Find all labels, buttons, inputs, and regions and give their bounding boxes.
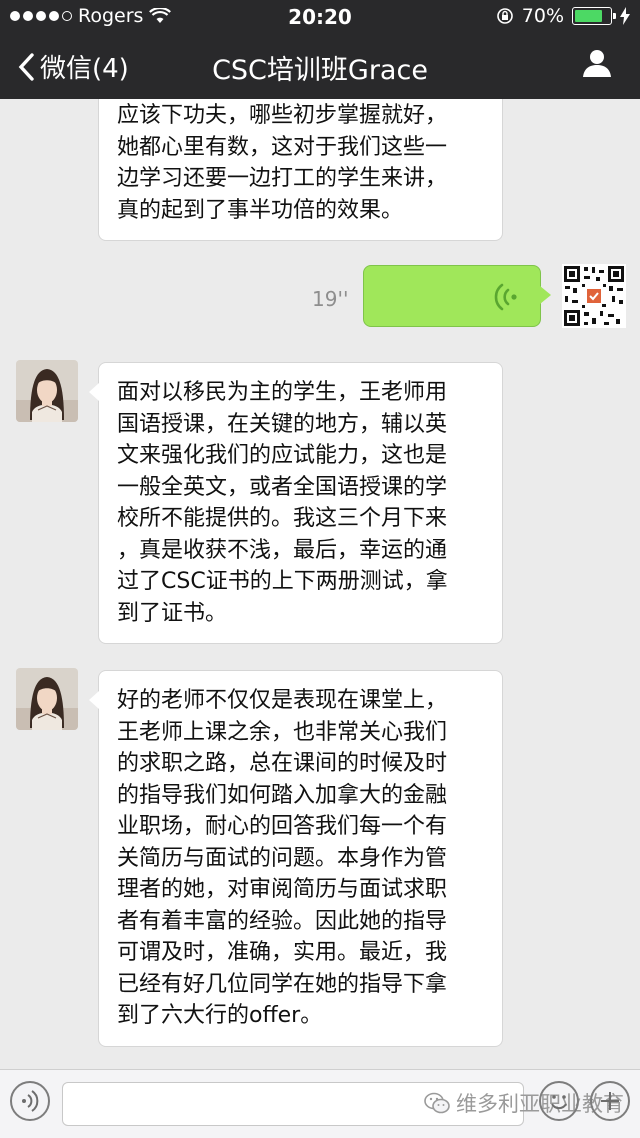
voice-message-bubble[interactable] [363,265,551,327]
avatar-photo-icon [16,668,78,730]
battery-percent: 70% [521,5,564,27]
message-bubble[interactable]: 面对以移民为主的学生，王老师用 国语授课，在关键的地方，辅以英 文来强化我们的应… [89,362,503,644]
message-bubble[interactable]: 应该下功夫，哪些初步掌握就好， 她都心里有数，这对于我们这些一 边学习还要一边打… [98,99,503,241]
sender-avatar[interactable] [16,360,78,422]
message-line: 王老师上课之余，也非常关心我们 [117,719,448,745]
message-line: 文来强化我们的应试能力，这也是 [117,443,448,468]
message-line: 边学习还要一边打工的学生来讲， [117,166,448,191]
chat-area[interactable]: 应该下功夫，哪些初步掌握就好， 她都心里有数，这对于我们这些一 边学习还要一边打… [0,99,640,1069]
charging-icon [620,7,630,25]
message-line: 到了六大行的offer。 [117,1003,323,1028]
top-bar: Rogers 20:20 70% 微信(4) CSC培训班Grace [0,0,640,99]
message-line: ，真是收获不浅，最后，幸运的通 [117,537,448,563]
message-line: 已经有好几位同学在她的指导下拿 [117,971,448,997]
message-line: 国语授课，在关键的地方，辅以英 [117,411,448,437]
avatar-photo-icon [16,360,78,422]
message-line: 的指导我们如何踏入加拿大的金融 [117,782,448,808]
rotation-lock-icon [496,8,513,24]
message-line: 理者的她，对审阅简历与面试求职 [117,877,448,902]
message-line: 者有着丰富的经验。因此她的指导 [117,908,448,934]
message-line: 的求职之路，总在课间的时候及时 [117,751,448,776]
voice-duration: 19'' [312,287,349,311]
user-icon [583,50,611,77]
status-bar: Rogers 20:20 70% [0,0,640,34]
status-right: 70% [496,5,630,27]
sender-avatar[interactable] [16,668,78,730]
message-line: 面对以移民为主的学生，王老师用 [117,380,448,405]
message-line: 校所不能提供的。我这三个月下来 [117,506,448,531]
profile-button[interactable] [582,48,612,82]
sender-avatar-qr[interactable] [562,264,626,328]
message-line: 好的老师不仅仅是表现在课堂上， [117,688,448,713]
message-line: 业职场，耐心的回答我们每一个有 [117,814,448,839]
more-button[interactable] [590,1081,630,1121]
voice-wave-icon [494,283,517,311]
message-line: 过了CSC证书的上下两册测试，拿 [117,569,448,594]
nav-bar: 微信(4) CSC培训班Grace [0,34,640,99]
emoji-button[interactable] [539,1081,579,1121]
message-line: 到了证书。 [117,600,228,626]
message-line: 可谓及时，准确，实用。最近，我 [117,940,448,965]
emoji-icon [551,1095,567,1110]
message-line: 关简历与面试的问题。本身作为管 [117,845,448,871]
qr-code-icon [562,264,626,328]
chat-title: CSC培训班Grace [212,55,428,86]
battery-icon [572,7,616,25]
message-line: 真的起到了事半功倍的效果。 [117,197,404,223]
message-line: 一般全英文，或者全国语授课的学 [117,474,448,500]
input-bar: 维多利亚职业教育 [0,1069,640,1138]
message-bubble[interactable]: 好的老师不仅仅是表现在课堂上， 王老师上课之余，也非常关心我们 的求职之路，总在… [89,670,503,1047]
message-line: 她都心里有数，这对于我们这些一 [117,134,448,160]
plus-icon [601,1092,619,1110]
message-line: 应该下功夫，哪些初步掌握就好， [117,103,448,128]
voice-icon [22,1090,39,1112]
wechat-logo-icon [424,1092,450,1114]
voice-input-button[interactable] [10,1081,50,1121]
